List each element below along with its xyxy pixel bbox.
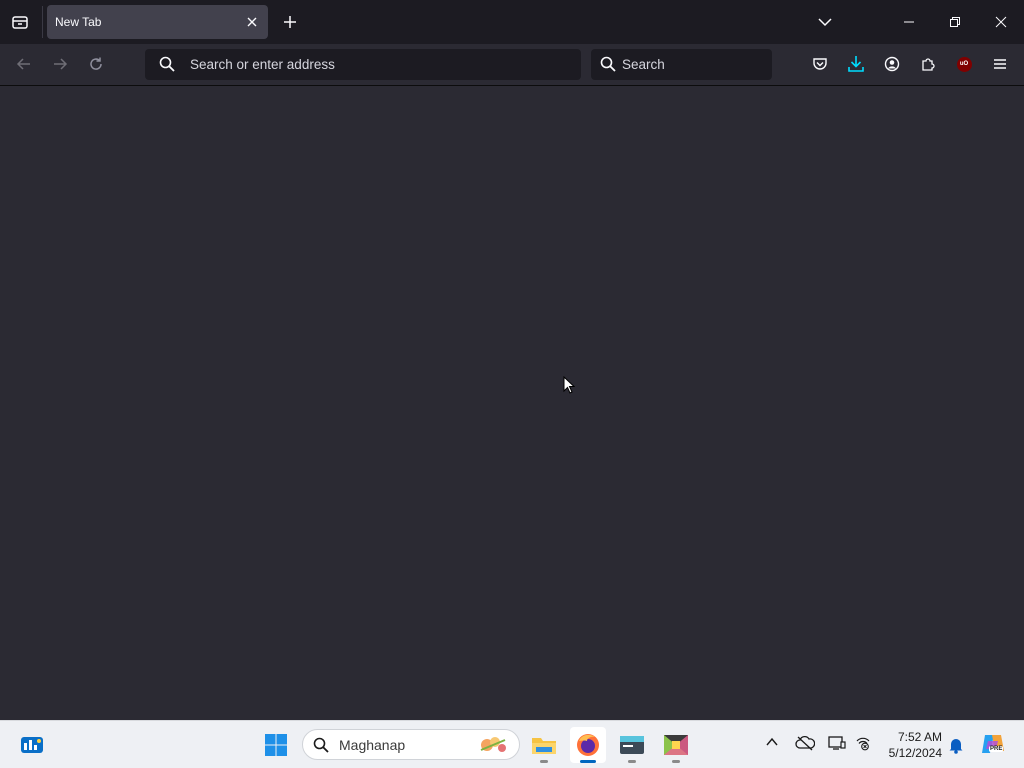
- widgets-icon[interactable]: [14, 727, 50, 763]
- page-content[interactable]: [0, 86, 1024, 720]
- mouse-cursor-icon: [563, 376, 575, 394]
- hamburger-menu-icon: [994, 59, 1006, 69]
- taskbar-search[interactable]: Maghanap: [302, 729, 520, 760]
- ublock-origin-icon[interactable]: uO: [952, 52, 976, 76]
- restore-icon: [950, 17, 960, 27]
- tab-list-icon[interactable]: [8, 10, 32, 34]
- search-icon: [600, 56, 616, 72]
- search-bar-placeholder: Search: [622, 57, 665, 72]
- windows-taskbar: Maghanap 7:52 AM 5/12/2024 PRE: [0, 720, 1024, 768]
- chevron-down-icon: [818, 18, 832, 27]
- tab-new-tab[interactable]: New Tab: [47, 5, 268, 39]
- image-app-icon[interactable]: [658, 727, 694, 763]
- forward-button[interactable]: [48, 52, 72, 76]
- copilot-icon[interactable]: PRE: [980, 731, 1006, 757]
- clock-date: 5/12/2024: [888, 746, 942, 760]
- reload-button[interactable]: [84, 52, 108, 76]
- extensions-icon[interactable]: [916, 52, 940, 76]
- network-icon[interactable]: [855, 735, 871, 751]
- running-indicator: [628, 760, 636, 763]
- new-tab-button[interactable]: [278, 10, 302, 34]
- reload-icon: [90, 57, 102, 70]
- ublock-badge-text: uO: [959, 61, 969, 67]
- application-menu-button[interactable]: [988, 52, 1012, 76]
- search-icon: [159, 56, 175, 72]
- taskbar-search-label: Maghanap: [339, 737, 406, 753]
- tab-title: New Tab: [55, 15, 102, 29]
- terminal-icon[interactable]: [614, 727, 650, 763]
- tab-strip: New Tab: [0, 0, 1024, 44]
- address-bar[interactable]: Search or enter address: [145, 49, 581, 80]
- search-highlight-icon: [475, 732, 511, 758]
- back-button[interactable]: [12, 52, 36, 76]
- running-indicator: [672, 760, 680, 763]
- plus-icon: [284, 16, 296, 28]
- onedrive-offline-icon[interactable]: [795, 735, 815, 751]
- arrow-right-icon: [54, 58, 68, 70]
- file-explorer-icon[interactable]: [526, 727, 562, 763]
- minimize-button[interactable]: [893, 8, 925, 36]
- close-icon: [995, 16, 1007, 28]
- copilot-preview-badge: PRE: [989, 746, 1004, 752]
- display-icon[interactable]: [828, 735, 846, 751]
- search-bar[interactable]: Search: [591, 49, 772, 80]
- show-hidden-icons-button[interactable]: [765, 735, 779, 749]
- arrow-left-icon: [16, 58, 30, 70]
- taskbar-clock[interactable]: 7:52 AM 5/12/2024: [880, 729, 942, 761]
- notification-bell-icon[interactable]: [948, 736, 964, 754]
- chevron-up-icon: [766, 737, 778, 746]
- active-indicator: [580, 760, 596, 763]
- account-icon[interactable]: [880, 52, 904, 76]
- search-icon: [313, 737, 329, 753]
- restore-button[interactable]: [939, 8, 971, 36]
- running-indicator: [540, 760, 548, 763]
- windows-logo-icon: [265, 734, 287, 756]
- firefox-icon[interactable]: [570, 727, 606, 763]
- start-button[interactable]: [258, 727, 294, 763]
- close-tab-icon[interactable]: [244, 14, 260, 30]
- clock-time: 7:52 AM: [897, 730, 942, 744]
- minimize-icon: [904, 21, 914, 23]
- list-all-tabs-button[interactable]: [813, 10, 837, 34]
- tab-separator: [42, 6, 43, 38]
- navigation-toolbar: Search or enter address Search uO: [0, 44, 1024, 86]
- downloads-icon[interactable]: [844, 52, 868, 76]
- address-bar-placeholder: Search or enter address: [190, 57, 335, 72]
- pocket-icon[interactable]: [808, 52, 832, 76]
- close-window-button[interactable]: [985, 8, 1017, 36]
